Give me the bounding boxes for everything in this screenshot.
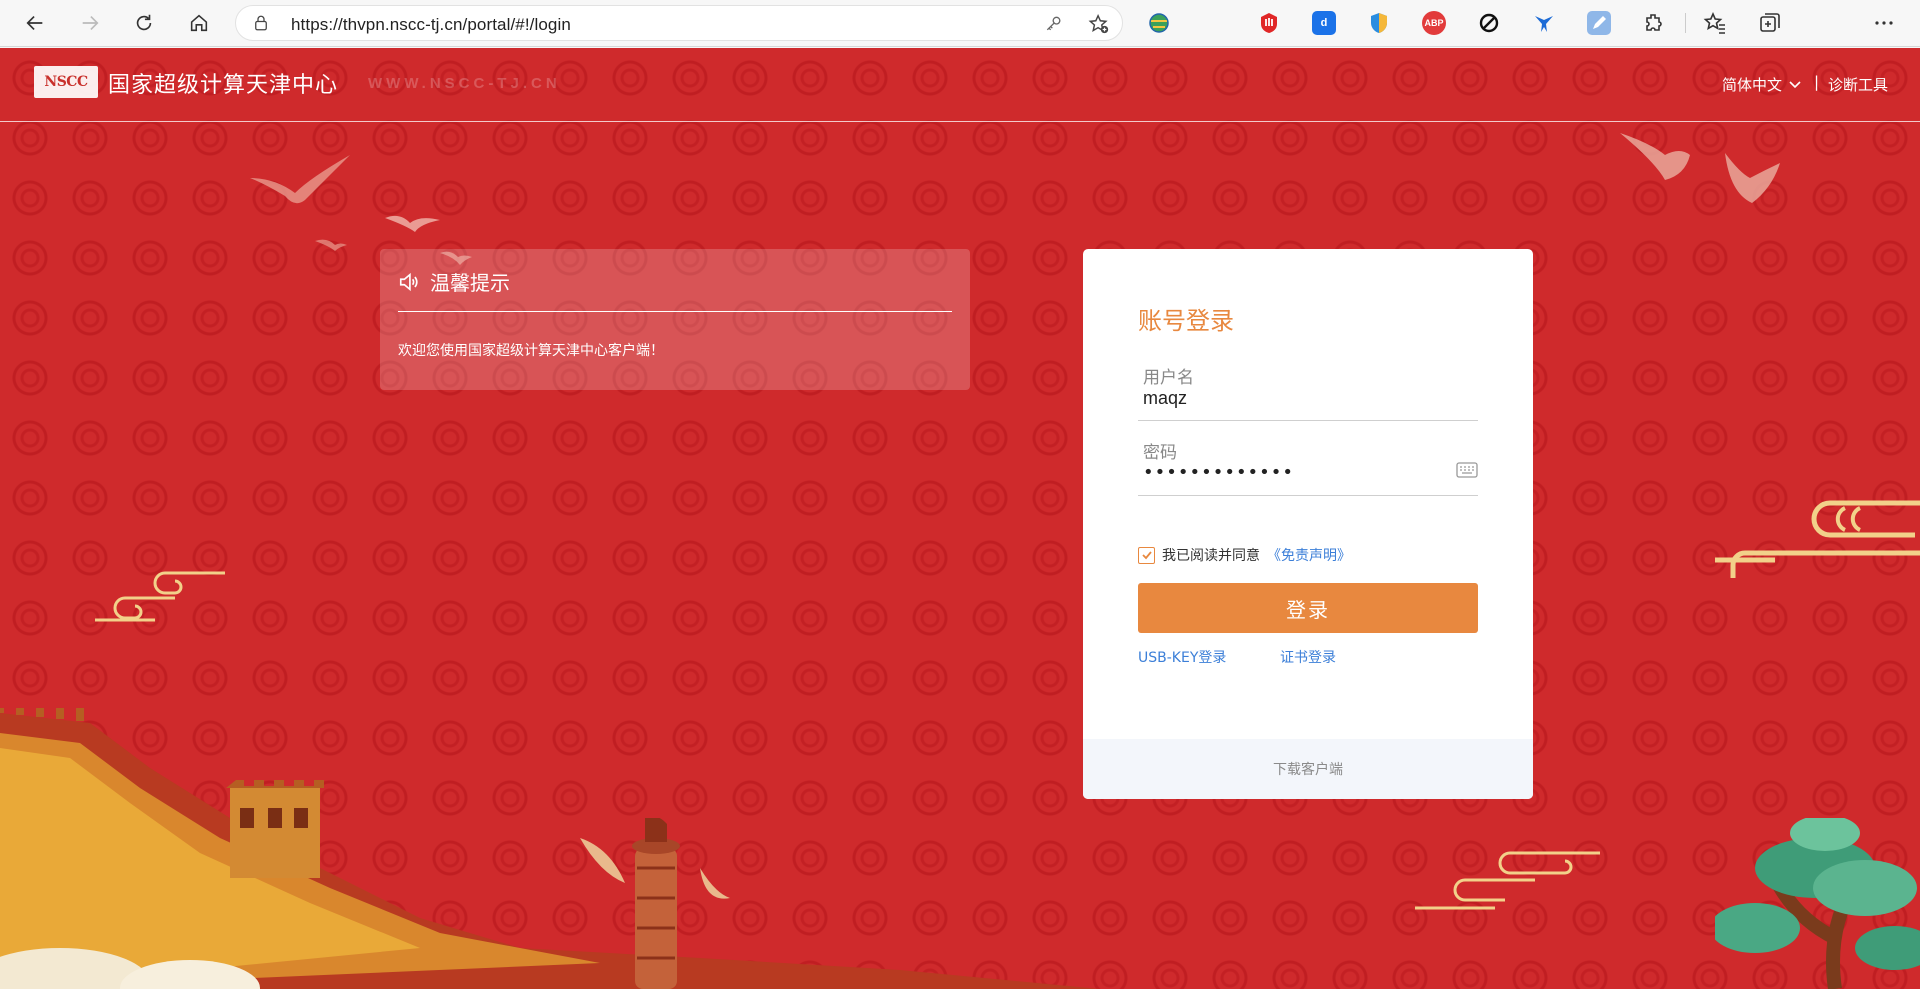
forward-icon <box>82 15 99 31</box>
cloud-swirl-right-icon <box>1715 500 1920 578</box>
password-field[interactable]: 密码 ••••••••••••• <box>1138 432 1478 496</box>
shield-extension-icon[interactable] <box>1367 11 1391 35</box>
password-input[interactable]: ••••••••••••• <box>1143 462 1294 483</box>
username-input[interactable]: maqz <box>1143 388 1187 409</box>
checkmark-icon <box>1141 551 1152 560</box>
url-text[interactable]: https://thvpn.nscc-tj.cn/portal/#!/login <box>291 15 571 35</box>
puzzle-icon[interactable] <box>1642 11 1666 35</box>
notice-divider <box>398 311 952 312</box>
cloud-swirl-left-icon <box>95 571 225 622</box>
username-field[interactable]: 用户名 maqz <box>1138 357 1478 421</box>
back-button[interactable] <box>17 6 53 40</box>
block-extension-icon[interactable] <box>1477 11 1501 35</box>
back-icon <box>26 15 43 31</box>
download-client-link[interactable]: 下载客户端 <box>1273 759 1343 779</box>
pine-tree-illustration-icon <box>1715 818 1920 989</box>
favorites-icon[interactable] <box>1703 11 1727 35</box>
language-selector[interactable]: 简体中文 <box>1722 74 1802 95</box>
language-label: 简体中文 <box>1722 76 1783 94</box>
favorite-add-icon[interactable] <box>1088 13 1110 35</box>
notice-message: 欢迎您使用国家超级计算天津中心客户端！ <box>398 343 664 359</box>
username-label: 用户名 <box>1143 368 1194 388</box>
site-url-watermark: WWW.NSCC-TJ.CN <box>368 75 561 92</box>
login-title: 账号登录 <box>1138 307 1234 335</box>
red-hand-extension-icon[interactable] <box>1257 11 1281 35</box>
huabiao-column-icon <box>580 818 730 989</box>
disclaimer-link[interactable]: 《免责声明》 <box>1267 545 1351 565</box>
header-separator: | <box>1814 73 1820 91</box>
usb-key-login-link[interactable]: USB-KEY登录 <box>1138 647 1226 667</box>
notice-header: 温馨提示 <box>398 267 510 296</box>
keyboard-icon[interactable] <box>1456 462 1478 478</box>
great-wall-illustration-icon <box>0 708 1100 989</box>
birds-decoration-right-icon <box>1620 133 1780 203</box>
forward-button[interactable] <box>72 6 108 40</box>
login-card: 账号登录 用户名 maqz 密码 ••••••••••••• 我已阅读并同意 《… <box>1083 249 1533 799</box>
chevron-down-icon <box>1789 80 1801 88</box>
logo-text: NSCC <box>44 74 88 90</box>
globe-extension-icon[interactable] <box>1147 11 1171 35</box>
address-bar[interactable]: https://thvpn.nscc-tj.cn/portal/#!/login <box>235 5 1123 41</box>
certificate-login-link[interactable]: 证书登录 <box>1280 647 1336 667</box>
refresh-icon <box>136 14 152 31</box>
speaker-icon <box>399 272 418 291</box>
agree-checkbox[interactable] <box>1138 546 1155 564</box>
home-button[interactable] <box>181 6 217 40</box>
notice-title: 温馨提示 <box>430 271 510 295</box>
browser-toolbar: https://thvpn.nscc-tj.cn/portal/#!/login… <box>0 0 1920 47</box>
lock-icon[interactable] <box>252 14 270 32</box>
more-icon[interactable] <box>1872 11 1896 35</box>
wing-extension-icon[interactable] <box>1532 11 1556 35</box>
blue-d-extension-icon[interactable]: d <box>1312 11 1336 35</box>
collections-icon[interactable] <box>1758 11 1782 35</box>
password-label: 密码 <box>1143 443 1177 463</box>
agreement-row: 我已阅读并同意 《免责声明》 <box>1138 545 1351 565</box>
login-button[interactable]: 登录 <box>1138 583 1478 633</box>
abp-extension-icon[interactable]: ABP <box>1422 11 1446 35</box>
diagnostic-tool-link[interactable]: 诊断工具 <box>1828 74 1888 95</box>
cloud-swirl-bottom-icon <box>1415 851 1600 910</box>
toolbar-divider <box>1685 13 1686 33</box>
notice-panel: 温馨提示 欢迎您使用国家超级计算天津中心客户端！ <box>380 249 970 390</box>
site-header: NSCC 国家超级计算天津中心 WWW.NSCC-TJ.CN 简体中文 | 诊断… <box>0 48 1920 122</box>
download-client-bar[interactable]: 下载客户端 <box>1083 739 1533 799</box>
pen-extension-icon[interactable] <box>1587 11 1611 35</box>
site-logo[interactable]: NSCC <box>34 66 98 98</box>
home-icon <box>190 14 208 32</box>
refresh-button[interactable] <box>126 6 162 40</box>
agree-text: 我已阅读并同意 <box>1162 548 1260 564</box>
key-icon[interactable] <box>1044 14 1064 34</box>
login-page: NSCC 国家超级计算天津中心 WWW.NSCC-TJ.CN 简体中文 | 诊断… <box>0 48 1920 989</box>
site-name: 国家超级计算天津中心 <box>108 73 339 98</box>
